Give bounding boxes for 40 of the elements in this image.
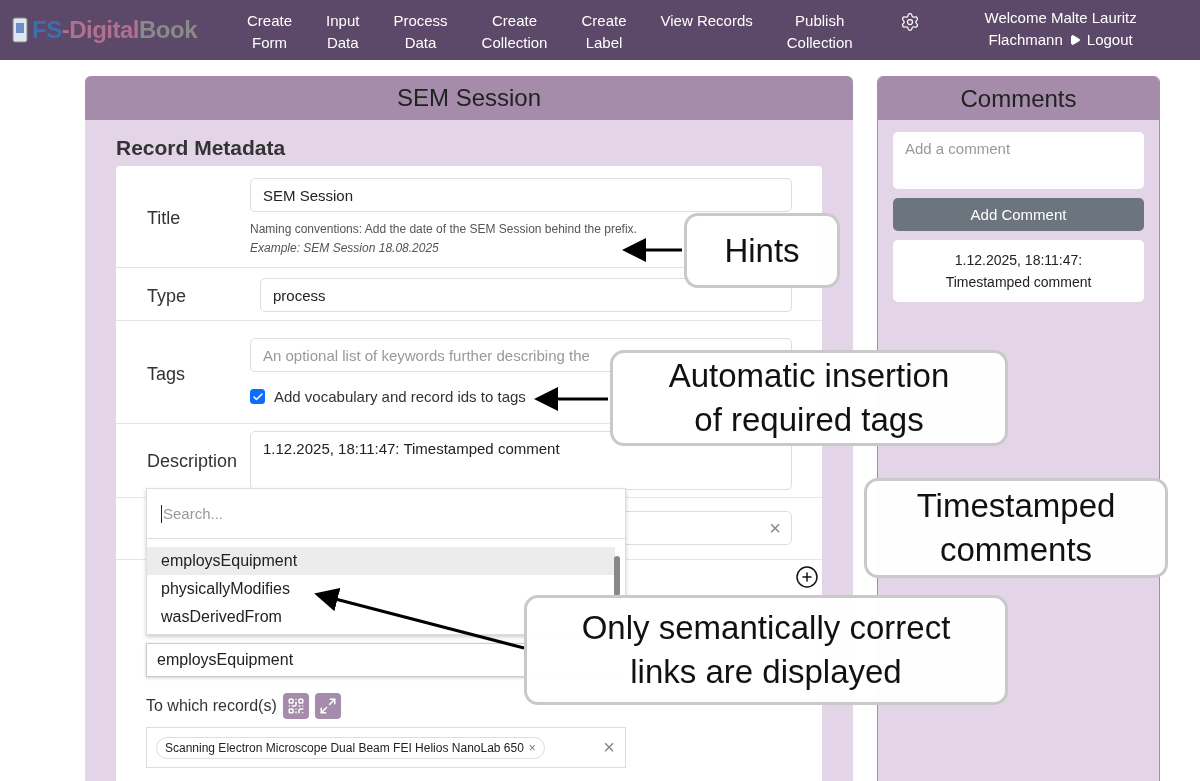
callout-tooltip: Only semantically correct links are displayed — [524, 595, 1008, 705]
welcome-text: Welcome Malte Lauritz — [984, 8, 1137, 28]
field-label: Description — [147, 450, 239, 473]
field-label: Tags — [147, 363, 187, 386]
nav-link[interactable]: Create Collection — [464, 10, 565, 54]
nav-link[interactable]: Input Data — [309, 10, 377, 54]
callout-tooltip: Hints — [684, 213, 840, 288]
field-label: Title — [147, 207, 182, 230]
dropdown-option[interactable]: employsEquipment — [147, 547, 615, 575]
hint-text: Naming conventions: Add the date of the SEM Session behind the prefix. — [250, 221, 637, 238]
panel-title: Comments — [878, 77, 1159, 120]
field-label: Type — [147, 285, 188, 308]
logout-link[interactable]: Logout — [1086, 29, 1133, 51]
nav-link[interactable]: Create Form — [230, 10, 310, 54]
arrow — [622, 238, 682, 262]
records-label: To which record(s) — [146, 697, 277, 715]
nav-link[interactable]: View Records — [643, 10, 770, 32]
checkbox[interactable] — [250, 389, 265, 404]
clear-icon[interactable]: × — [769, 516, 781, 540]
user-name: Flachmann — [988, 30, 1063, 50]
comment-card: 1.12.2025, 18:11:47: Timestamped comment — [893, 240, 1144, 302]
section-title: Record Metadata — [116, 136, 287, 160]
checkbox-label: Add vocabulary and record ids to tags — [274, 388, 526, 405]
callout-tooltip: Automatic insertion of required tags — [610, 350, 1008, 446]
expand-button[interactable] — [314, 693, 341, 719]
callout-tooltip: Timestamped comments — [864, 478, 1168, 578]
add-icon[interactable] — [795, 565, 819, 589]
records-field[interactable]: Scanning Electron Microscope Dual Beam FEI Helios NanoLab 650 × × — [146, 727, 626, 768]
nav-link[interactable]: Create Label — [564, 10, 644, 54]
card-title: SEM Session — [85, 76, 853, 120]
add-comment-button[interactable]: Add Comment — [893, 198, 1144, 231]
qr-code-button[interactable] — [282, 693, 309, 719]
nav-link[interactable]: Publish Collection — [769, 10, 870, 54]
title-field[interactable]: SEM Session — [250, 178, 792, 212]
nav-link[interactable]: Process Data — [376, 10, 465, 54]
play-icon — [1068, 34, 1081, 46]
settings-icon[interactable] — [899, 12, 920, 32]
tablet-icon — [12, 17, 28, 43]
clear-icon[interactable]: × — [603, 736, 615, 759]
example-text: Example: SEM Session 18.08.2025 — [250, 240, 439, 257]
